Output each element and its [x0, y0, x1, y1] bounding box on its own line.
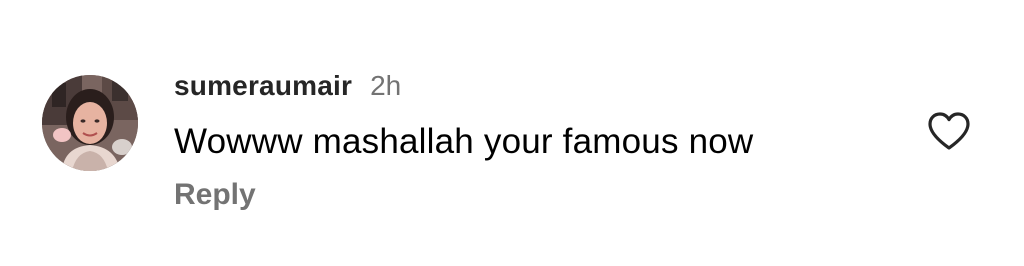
- heart-icon: [928, 112, 970, 150]
- comment-header: sumeraumair 2h: [174, 70, 401, 110]
- comment-item: sumeraumair 2h Wowww mashallah your famo…: [0, 0, 1024, 266]
- avatar-image: [42, 75, 138, 171]
- timestamp: 2h: [370, 70, 402, 101]
- comment-text: Wowww mashallah your famous now: [174, 122, 754, 161]
- like-button[interactable]: [926, 110, 972, 152]
- avatar[interactable]: [42, 75, 138, 171]
- username[interactable]: sumeraumair: [174, 70, 352, 102]
- reply-button[interactable]: Reply: [174, 178, 256, 212]
